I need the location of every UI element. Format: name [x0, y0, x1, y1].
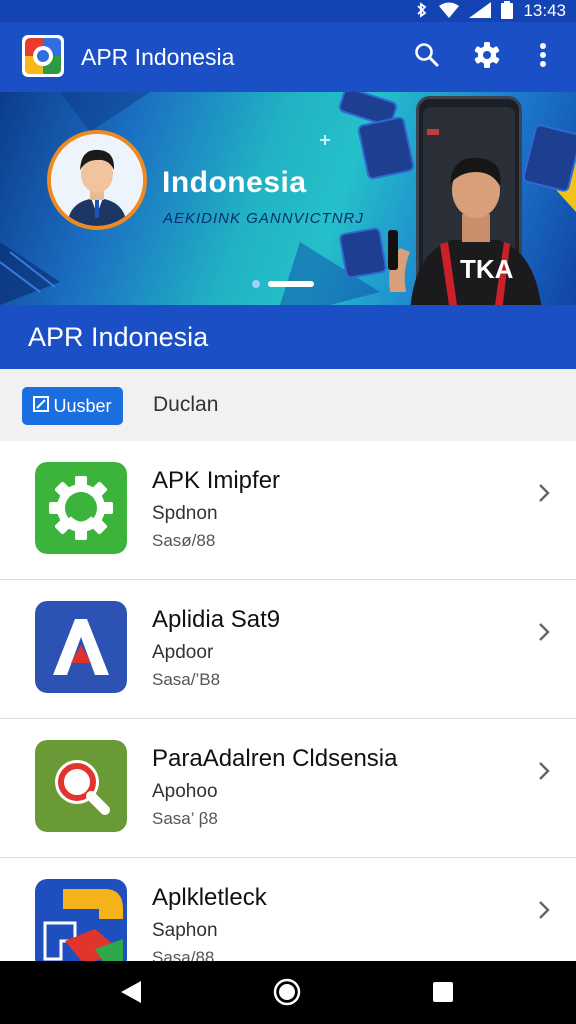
item-subtitle: Apdoor — [152, 642, 214, 663]
back-icon — [119, 979, 143, 1010]
item-title: Aplidia Sat9 — [152, 606, 281, 633]
list-item[interactable]: APK Imipfer Spdnon Sasø/88 — [0, 441, 576, 580]
filter-chip-label: Uusber — [53, 395, 112, 416]
item-subtitle: Spdnon — [152, 503, 218, 524]
wifi-icon — [439, 2, 460, 21]
item-meta: Sasa’ β8 — [152, 809, 218, 828]
bluetooth-icon — [415, 1, 429, 21]
gear-icon — [473, 41, 501, 74]
list-item[interactable]: Aplidia Sat9 Apdoor Sasa/’B8 — [0, 580, 576, 719]
list-item[interactable]: ParaAdalren Cldsensia Apohoo Sasa’ β8 — [0, 719, 576, 858]
app-logo-icon — [22, 35, 64, 77]
green-magnifier-icon — [35, 740, 127, 832]
person-illustration: TKA — [380, 152, 570, 305]
blue-a-logo-icon — [35, 601, 127, 693]
section-header: APR Indonesia — [0, 305, 576, 369]
item-meta: Sasø/88 — [152, 531, 216, 550]
banner-subtitle: AEKIDINK GANNVICTNRJ — [163, 210, 364, 227]
item-title: Aplkletleck — [152, 884, 267, 911]
item-title: APK Imipfer — [152, 467, 281, 494]
green-gear-icon — [35, 462, 127, 554]
chevron-right-icon — [532, 759, 556, 783]
battery-icon — [501, 0, 514, 22]
carousel-dot-active[interactable] — [268, 281, 314, 287]
item-title: ParaAdalren Cldsensia — [152, 745, 398, 772]
item-subtitle: Saphon — [152, 920, 218, 941]
status-bar: 13:43 — [0, 0, 576, 22]
app-title: APR Indonesia — [81, 44, 235, 70]
item-subtitle: Apohoo — [152, 781, 218, 802]
app-bar: APR Indonesia — [0, 22, 576, 92]
system-nav-bar — [0, 961, 576, 1024]
multicolor-logo-icon — [35, 879, 127, 971]
recent-apps-icon — [432, 981, 454, 1008]
promo-banner[interactable]: Indonesia AEKIDINK GANNVICTNRJ TKA — [0, 92, 576, 305]
banner-avatar — [47, 130, 147, 230]
more-vert-icon — [539, 42, 547, 73]
svg-text:TKA: TKA — [460, 254, 514, 284]
back-button[interactable] — [114, 977, 148, 1011]
search-button[interactable] — [404, 34, 450, 80]
edit-box-icon — [33, 395, 50, 417]
filter-chip-active[interactable]: Uusber — [22, 387, 123, 425]
banner-headline: Indonesia — [162, 166, 307, 199]
recent-apps-button[interactable] — [426, 977, 460, 1011]
home-icon — [273, 978, 301, 1011]
settings-button[interactable] — [464, 34, 510, 80]
more-options-button[interactable] — [520, 34, 566, 80]
filter-row: Uusber Duclan — [0, 369, 576, 441]
filter-tab-inactive[interactable]: Duclan — [153, 393, 218, 417]
status-time: 13:43 — [523, 1, 566, 20]
item-meta: Sasa/’B8 — [152, 670, 221, 689]
app-list: APK Imipfer Spdnon Sasø/88 Aplidia Sat9 … — [0, 441, 576, 997]
carousel-indicator — [252, 280, 314, 288]
chevron-right-icon — [532, 898, 556, 922]
chevron-right-icon — [532, 481, 556, 505]
search-icon — [414, 42, 440, 73]
chevron-right-icon — [532, 620, 556, 644]
carousel-dot[interactable] — [252, 280, 260, 288]
signal-icon — [469, 1, 492, 21]
home-button[interactable] — [270, 977, 304, 1011]
